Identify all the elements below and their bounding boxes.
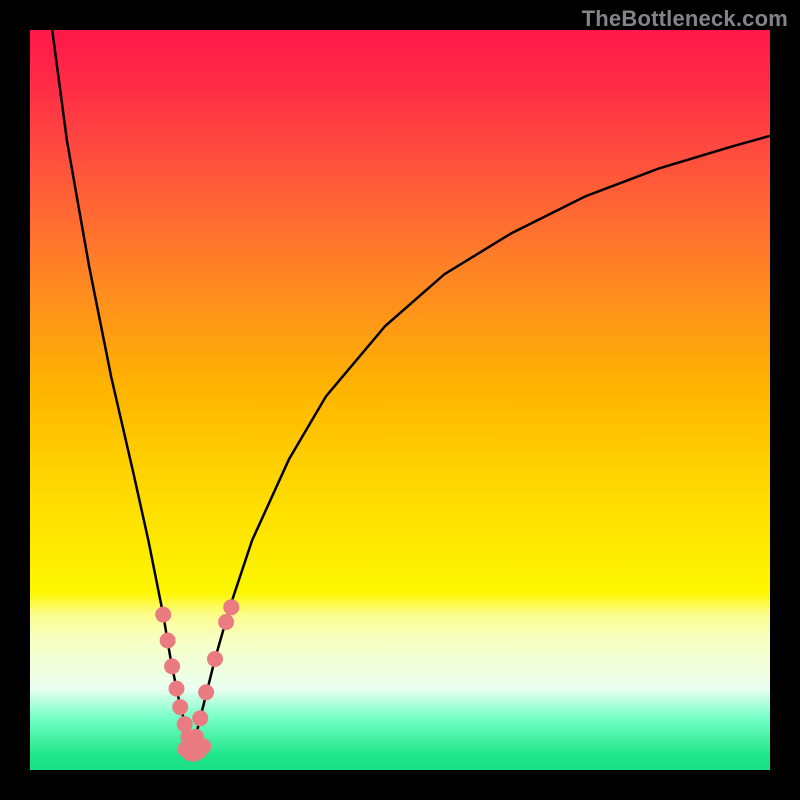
- data-point: [207, 651, 223, 667]
- data-point: [198, 684, 214, 700]
- data-point: [223, 599, 239, 615]
- chart-svg: [30, 30, 770, 770]
- data-point: [160, 633, 176, 649]
- data-points: [155, 599, 239, 762]
- watermark-text: TheBottleneck.com: [582, 6, 788, 32]
- data-point: [218, 614, 234, 630]
- chart-frame: [30, 30, 770, 770]
- curve-right: [193, 136, 770, 748]
- data-point: [195, 738, 211, 754]
- data-point: [172, 699, 188, 715]
- data-point: [169, 681, 185, 697]
- data-point: [155, 607, 171, 623]
- data-point: [164, 658, 180, 674]
- data-point: [192, 710, 208, 726]
